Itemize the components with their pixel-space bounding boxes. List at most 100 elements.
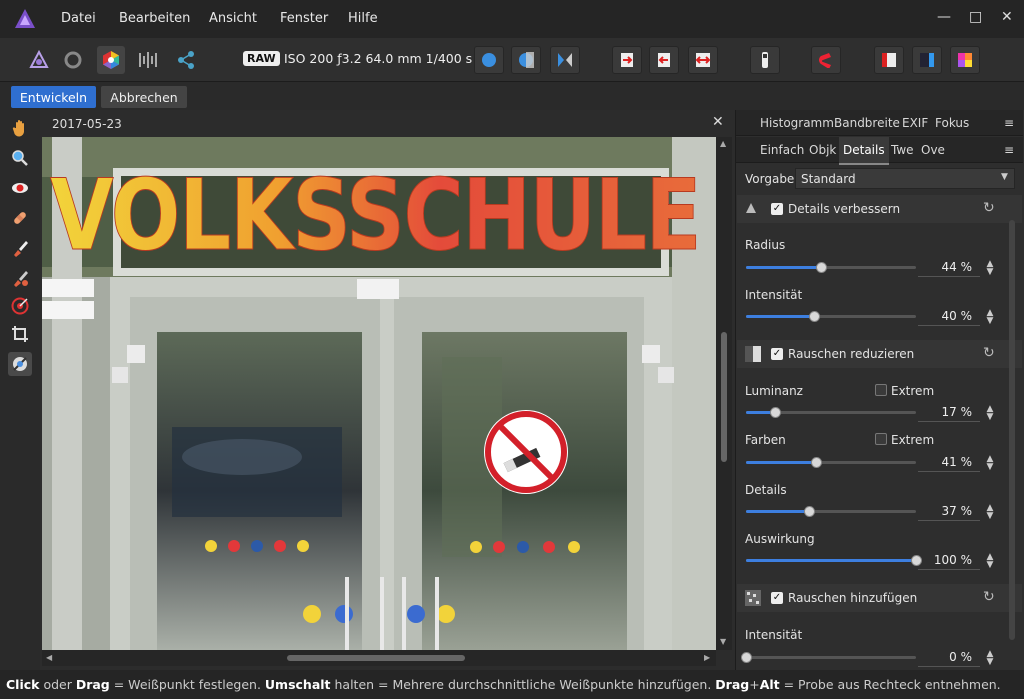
impact-value[interactable]: 100 % bbox=[918, 550, 980, 570]
luminance-slider[interactable] bbox=[746, 406, 916, 419]
reset-icon[interactable]: ↻ bbox=[983, 345, 995, 361]
impact-slider[interactable] bbox=[746, 554, 922, 567]
photo-image: VOLKSSCHULE bbox=[42, 137, 716, 650]
slider-handle[interactable] bbox=[769, 407, 781, 418]
close-document-icon[interactable]: ✕ bbox=[712, 114, 724, 130]
gradient-tool-icon[interactable] bbox=[8, 294, 32, 318]
hand-tool-icon[interactable] bbox=[8, 116, 32, 140]
luminance-value[interactable]: 17 % bbox=[918, 402, 980, 422]
impact-stepper-icon[interactable]: ▲ ▼ bbox=[985, 553, 995, 570]
panel-scrollbar[interactable] bbox=[1009, 220, 1015, 640]
view-split-icon[interactable] bbox=[511, 46, 541, 74]
details-slider[interactable] bbox=[746, 505, 916, 518]
tab-histogramm[interactable]: Histogramm bbox=[760, 110, 834, 136]
clipped-highlights-icon[interactable] bbox=[612, 46, 642, 74]
tab-fokus[interactable]: Fokus bbox=[935, 110, 969, 136]
noise-intensity-slider[interactable] bbox=[741, 651, 916, 664]
tab-exif[interactable]: EXIF bbox=[902, 110, 928, 136]
document-tab[interactable] bbox=[42, 112, 732, 136]
clone-brush-icon[interactable] bbox=[8, 236, 32, 260]
clipped-shadows-icon[interactable] bbox=[649, 46, 679, 74]
tab-einfach[interactable]: Einfach bbox=[760, 137, 804, 163]
slider-handle[interactable] bbox=[741, 652, 752, 663]
intensity-stepper-icon[interactable]: ▲ ▼ bbox=[985, 309, 995, 326]
noise-intensity-stepper-icon[interactable]: ▲ ▼ bbox=[985, 650, 995, 667]
crop-tool-icon[interactable] bbox=[8, 322, 32, 346]
reset-icon[interactable]: ↻ bbox=[983, 589, 995, 605]
rauschen-hinzufuegen-checkbox[interactable]: ✓ bbox=[771, 592, 783, 604]
horizontal-scrollbar[interactable]: ◀ ▶ bbox=[42, 650, 716, 666]
overlay-brush-icon[interactable] bbox=[8, 266, 32, 290]
slider-track[interactable] bbox=[746, 656, 916, 659]
menu-hilfe[interactable]: Hilfe bbox=[348, 11, 378, 26]
tab-bandbreite[interactable]: Bandbreite bbox=[834, 110, 900, 136]
intensity-value[interactable]: 40 % bbox=[918, 306, 980, 326]
blemish-tool-icon[interactable] bbox=[8, 206, 32, 230]
section-title: Details verbessern bbox=[788, 202, 901, 216]
scroll-left-icon[interactable]: ◀ bbox=[46, 653, 52, 662]
menu-fenster[interactable]: Fenster bbox=[280, 11, 328, 26]
vertical-scroll-thumb[interactable] bbox=[721, 332, 727, 462]
tab-objk[interactable]: Objk bbox=[809, 137, 836, 163]
scroll-up-icon[interactable]: ▲ bbox=[720, 139, 726, 148]
red-eye-tool-icon[interactable] bbox=[8, 176, 32, 200]
colors-stepper-icon[interactable]: ▲ ▼ bbox=[985, 455, 995, 472]
maximize-icon[interactable]: □ bbox=[969, 9, 982, 25]
develop-button[interactable]: Entwickeln bbox=[11, 86, 96, 108]
photo-canvas[interactable]: VOLKSSCHULE bbox=[42, 137, 716, 650]
split-view-red-icon[interactable] bbox=[874, 46, 904, 74]
color-grid-icon[interactable] bbox=[950, 46, 980, 74]
tab-twe[interactable]: Twe bbox=[891, 137, 914, 163]
scroll-right-icon[interactable]: ▶ bbox=[704, 653, 710, 662]
develop-persona-icon[interactable] bbox=[97, 46, 125, 74]
details-label: Details bbox=[745, 483, 787, 497]
cancel-button[interactable]: Abbrechen bbox=[101, 86, 187, 108]
slider-handle[interactable] bbox=[810, 457, 822, 468]
slider-handle[interactable] bbox=[809, 311, 820, 322]
colors-extreme-checkbox[interactable] bbox=[875, 433, 887, 445]
panel-menu-icon-2[interactable]: ≡ bbox=[1004, 137, 1014, 163]
preset-dropdown[interactable]: Standard ▼ bbox=[795, 168, 1015, 189]
menu-datei[interactable]: Datei bbox=[61, 11, 96, 26]
horizontal-scroll-thumb[interactable] bbox=[287, 655, 465, 661]
scroll-down-icon[interactable]: ▼ bbox=[720, 637, 726, 646]
menu-bearbeiten[interactable]: Bearbeiten bbox=[119, 11, 190, 26]
tab-details[interactable]: Details bbox=[839, 137, 889, 165]
details-stepper-icon[interactable]: ▲ ▼ bbox=[985, 504, 995, 521]
extreme-label: Extrem bbox=[891, 384, 935, 398]
radius-value[interactable]: 44 % bbox=[918, 257, 980, 277]
close-window-icon[interactable]: ✕ bbox=[1001, 9, 1013, 25]
clipped-tones-icon[interactable] bbox=[688, 46, 718, 74]
split-view-blue-icon[interactable] bbox=[912, 46, 942, 74]
menu-ansicht[interactable]: Ansicht bbox=[209, 11, 257, 26]
colors-value[interactable]: 41 % bbox=[918, 452, 980, 472]
zoom-tool-icon[interactable] bbox=[8, 146, 32, 170]
view-mirror-icon[interactable] bbox=[550, 46, 580, 74]
magnet-icon[interactable] bbox=[811, 46, 841, 74]
radius-slider[interactable] bbox=[746, 261, 916, 274]
view-single-icon[interactable] bbox=[474, 46, 504, 74]
adjustment-icon[interactable] bbox=[750, 46, 780, 74]
rauschen-reduzieren-checkbox[interactable]: ✓ bbox=[771, 348, 783, 360]
luminance-stepper-icon[interactable]: ▲ ▼ bbox=[985, 405, 995, 422]
white-balance-tool-icon[interactable] bbox=[8, 352, 32, 376]
liquify-persona-icon[interactable] bbox=[59, 46, 87, 74]
luminance-extreme-checkbox[interactable] bbox=[875, 384, 887, 396]
photo-persona-icon[interactable] bbox=[25, 46, 53, 74]
tone-mapping-persona-icon[interactable] bbox=[135, 46, 163, 74]
intensity-slider[interactable] bbox=[746, 310, 916, 323]
export-persona-icon[interactable] bbox=[172, 46, 200, 74]
details-value[interactable]: 37 % bbox=[918, 501, 980, 521]
reset-icon[interactable]: ↻ bbox=[983, 200, 995, 216]
slider-handle[interactable] bbox=[815, 262, 827, 273]
status-alt: Alt bbox=[759, 677, 780, 692]
vertical-scrollbar[interactable]: ▲ ▼ bbox=[716, 137, 732, 650]
colors-slider[interactable] bbox=[746, 456, 916, 469]
radius-stepper-icon[interactable]: ▲ ▼ bbox=[985, 260, 995, 277]
panel-menu-icon[interactable]: ≡ bbox=[1004, 110, 1014, 136]
tab-ove[interactable]: Ove bbox=[921, 137, 945, 163]
slider-handle[interactable] bbox=[803, 506, 815, 517]
noise-intensity-value[interactable]: 0 % bbox=[918, 647, 980, 667]
minimize-icon[interactable]: — bbox=[937, 9, 951, 25]
details-verbessern-checkbox[interactable]: ✓ bbox=[771, 203, 783, 215]
